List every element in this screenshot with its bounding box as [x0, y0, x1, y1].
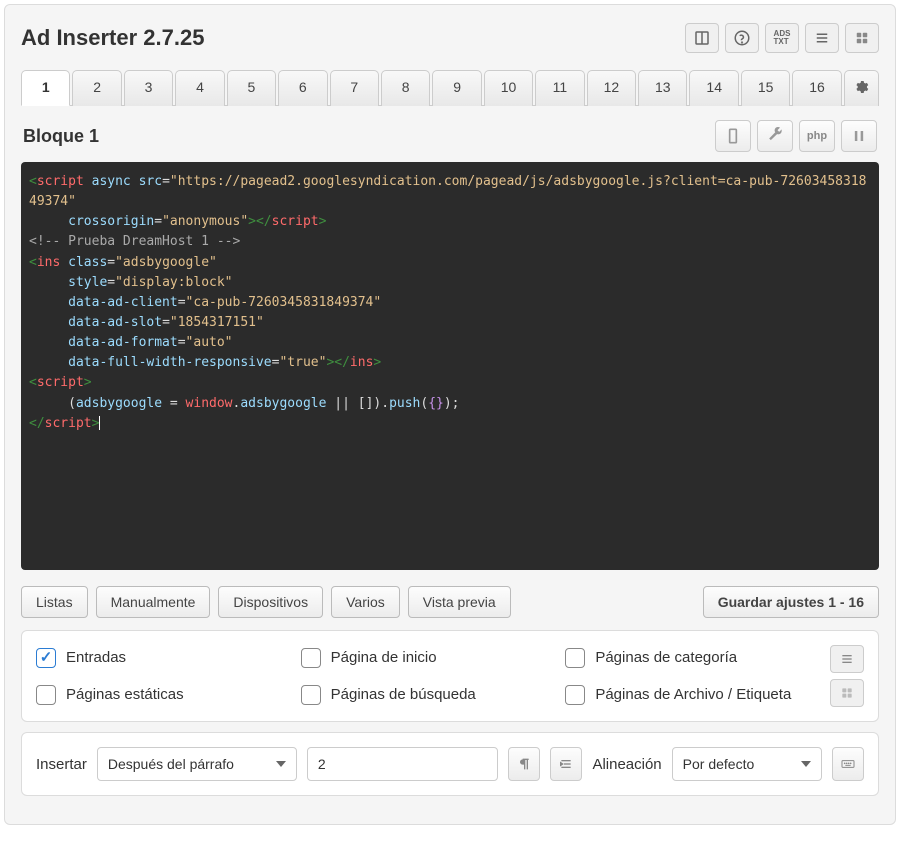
checkbox-p-ginas-de-categor-a[interactable]: Páginas de categoría: [565, 648, 810, 668]
checkbox-p-gina-de-inicio[interactable]: Página de inicio: [301, 648, 546, 668]
manualmente-button[interactable]: Manualmente: [96, 586, 211, 618]
placement-section: Entradas Página de inicio Páginas de categ…: [21, 630, 879, 722]
header: Ad Inserter 2.7.25 ADS TXT: [21, 23, 879, 53]
tab-15[interactable]: 15: [741, 70, 790, 106]
checkbox-entradas[interactable]: Entradas: [36, 648, 281, 668]
dispositivos-button[interactable]: Dispositivos: [218, 586, 323, 618]
indent-icon[interactable]: [550, 747, 582, 781]
action-button-row: Listas Manualmente Dispositivos Varios V…: [21, 586, 879, 618]
insert-label: Insertar: [36, 756, 87, 773]
checkbox-box[interactable]: [36, 685, 56, 705]
grid-view-icon[interactable]: [830, 679, 864, 707]
checkbox-box[interactable]: [301, 648, 321, 668]
tab-10[interactable]: 10: [484, 70, 533, 106]
align-label: Alineación: [592, 756, 661, 773]
checkbox-box[interactable]: [565, 648, 585, 668]
tab-3[interactable]: 3: [124, 70, 173, 106]
varios-button[interactable]: Varios: [331, 586, 400, 618]
device-icon[interactable]: [715, 120, 751, 152]
php-button[interactable]: php: [799, 120, 835, 152]
tab-14[interactable]: 14: [689, 70, 738, 106]
tab-16[interactable]: 16: [792, 70, 841, 106]
adstxt-icon[interactable]: ADS TXT: [765, 23, 799, 53]
checkbox-label: Páginas estáticas: [66, 686, 184, 703]
insert-position-select[interactable]: Después del párrafo: [97, 747, 297, 781]
tab-bar: 12345678910111213141516: [21, 69, 879, 106]
checkbox-p-ginas-de-b-squeda[interactable]: Páginas de búsqueda: [301, 685, 546, 705]
block-header: Bloque 1 php: [21, 114, 879, 162]
tab-settings[interactable]: [844, 70, 879, 106]
tab-8[interactable]: 8: [381, 70, 430, 106]
tab-11[interactable]: 11: [535, 70, 584, 106]
checkbox-label: Página de inicio: [331, 649, 437, 666]
tab-1[interactable]: 1: [21, 70, 70, 106]
paragraph-icon[interactable]: [508, 747, 540, 781]
tab-7[interactable]: 7: [330, 70, 379, 106]
insert-number-value: 2: [318, 756, 326, 772]
checkbox-label: Páginas de Archivo / Etiqueta: [595, 686, 791, 703]
code-editor[interactable]: <script async src="https://pagead2.googl…: [21, 162, 879, 570]
insert-number-input[interactable]: 2: [307, 747, 498, 781]
tab-6[interactable]: 6: [278, 70, 327, 106]
wrench-icon[interactable]: [757, 120, 793, 152]
tab-12[interactable]: 12: [587, 70, 636, 106]
insert-section: Insertar Después del párrafo 2 Alineació…: [21, 732, 879, 796]
guardar-button[interactable]: Guardar ajustes 1 - 16: [703, 586, 879, 618]
book-icon[interactable]: [685, 23, 719, 53]
insert-position-value: Después del párrafo: [108, 756, 234, 772]
align-select[interactable]: Por defecto: [672, 747, 822, 781]
checkbox-label: Páginas de búsqueda: [331, 686, 476, 703]
tab-2[interactable]: 2: [72, 70, 121, 106]
checkbox-p-ginas-de-archivo-etiqueta[interactable]: Páginas de Archivo / Etiqueta: [565, 685, 810, 705]
tab-4[interactable]: 4: [175, 70, 224, 106]
help-icon[interactable]: [725, 23, 759, 53]
listas-button[interactable]: Listas: [21, 586, 88, 618]
list-view-icon[interactable]: [830, 645, 864, 673]
align-value: Por defecto: [683, 756, 755, 772]
block-title: Bloque 1: [23, 126, 99, 147]
checkbox-box[interactable]: [36, 648, 56, 668]
list-icon[interactable]: [805, 23, 839, 53]
checkbox-box[interactable]: [301, 685, 321, 705]
tab-9[interactable]: 9: [432, 70, 481, 106]
keyboard-icon[interactable]: [832, 747, 864, 781]
checkbox-p-ginas-est-ticas[interactable]: Páginas estáticas: [36, 685, 281, 705]
main-panel: Ad Inserter 2.7.25 ADS TXT 1234567891011…: [4, 4, 896, 825]
checkbox-label: Entradas: [66, 649, 126, 666]
header-toolbar: ADS TXT: [685, 23, 879, 53]
pause-icon[interactable]: [841, 120, 877, 152]
app-title: Ad Inserter 2.7.25: [21, 25, 204, 51]
tab-5[interactable]: 5: [227, 70, 276, 106]
block-toolbar: php: [715, 120, 877, 152]
checkbox-grid: Entradas Página de inicio Páginas de categ…: [36, 645, 864, 707]
checkbox-label: Páginas de categoría: [595, 649, 737, 666]
grid-icon[interactable]: [845, 23, 879, 53]
tab-13[interactable]: 13: [638, 70, 687, 106]
vista-previa-button[interactable]: Vista previa: [408, 586, 511, 618]
checkbox-box[interactable]: [565, 685, 585, 705]
placement-side-icons: [830, 645, 864, 707]
